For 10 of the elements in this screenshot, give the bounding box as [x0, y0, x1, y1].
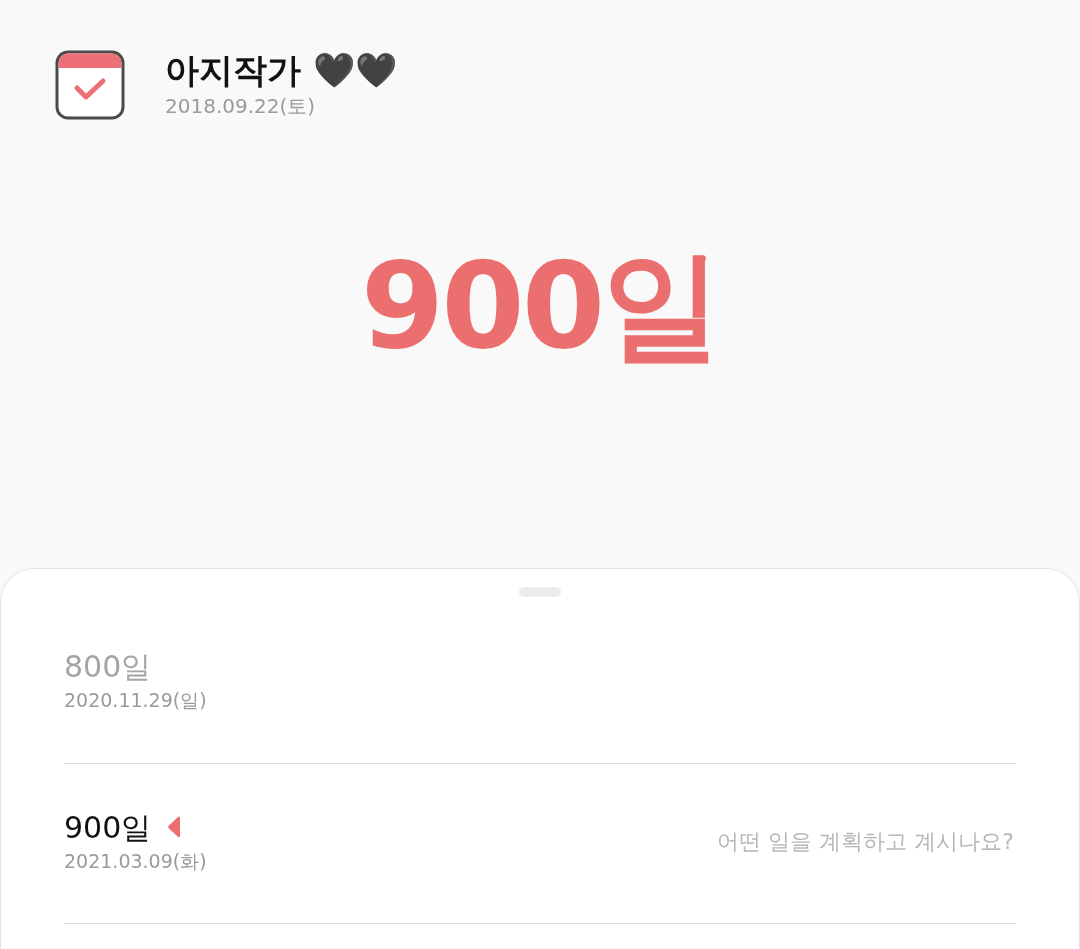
memo-field[interactable]: 어떤 일을 계획하고 계시나요?: [696, 823, 1016, 859]
current-marker-icon: [167, 816, 182, 838]
day-count: 900일: [359, 245, 721, 366]
start-date: 2018.09.22(토): [165, 92, 317, 120]
milestone-label: 900일: [64, 808, 152, 847]
title: 아지작가 🖤🖤: [165, 50, 397, 91]
milestone-date: 2020.11.29(일): [64, 688, 207, 713]
milestone-label: 800일: [64, 648, 152, 686]
milestone-date: 2021.03.09(화): [64, 848, 207, 874]
calendar-check-icon: [55, 50, 125, 121]
